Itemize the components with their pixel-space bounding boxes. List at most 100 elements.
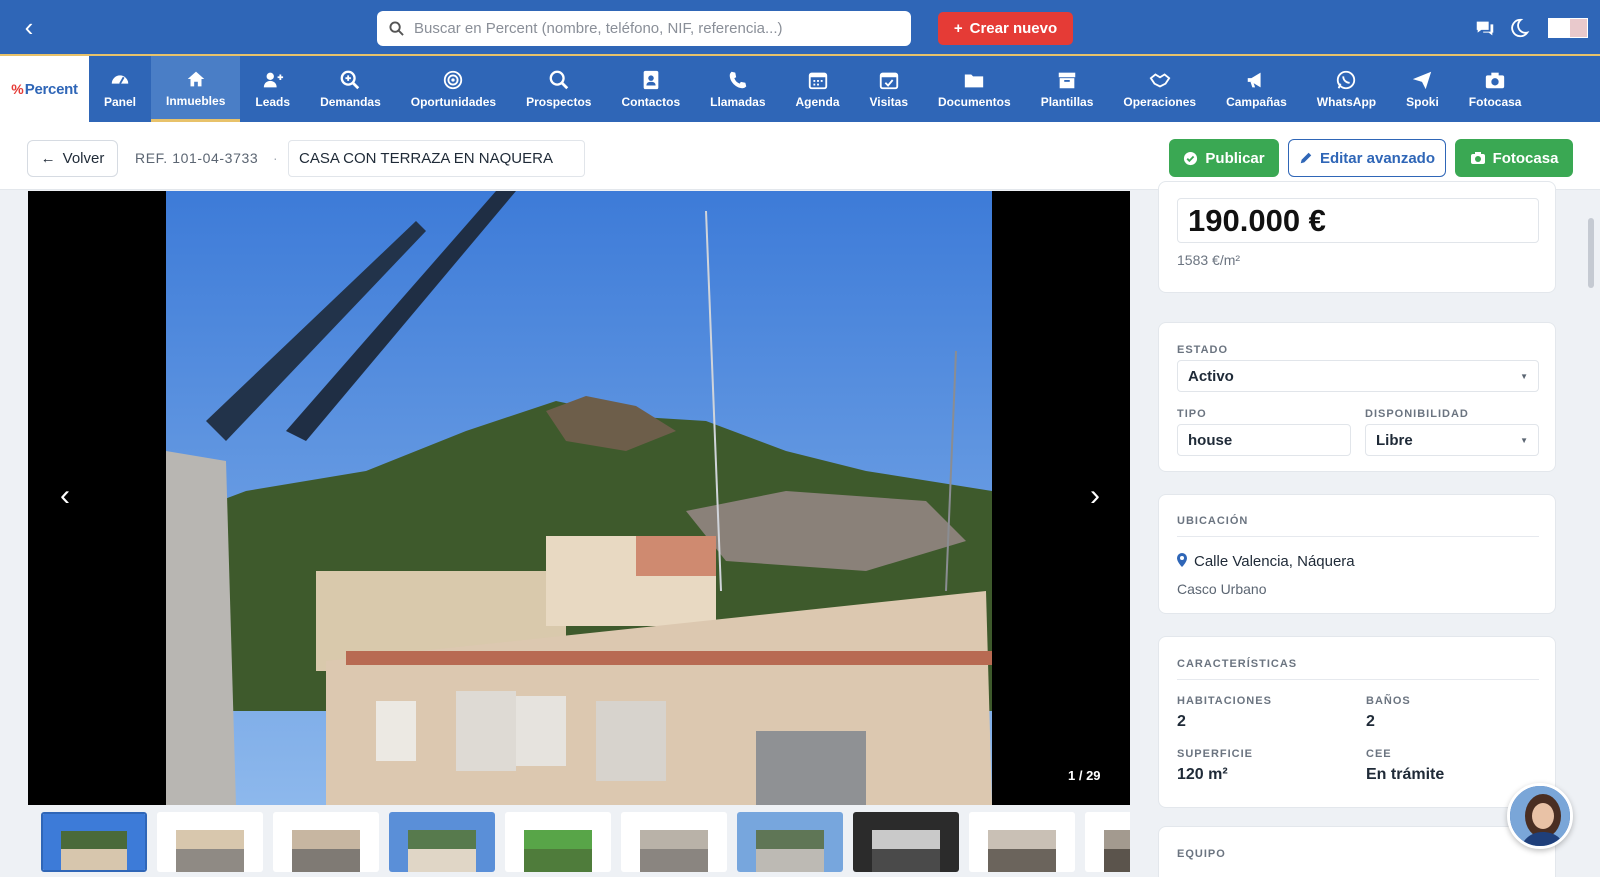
gallery-prev-button[interactable]: ‹ [50, 479, 80, 519]
edit-advanced-button[interactable]: Editar avanzado [1288, 139, 1446, 177]
nav-item-label: Contactos [621, 95, 681, 109]
check-circle-icon [1184, 151, 1198, 165]
add-user-icon [263, 72, 283, 88]
nav-item-agenda[interactable]: Agenda [781, 56, 855, 122]
nav-item-label: Spoki [1406, 95, 1439, 109]
gallery-thumbnail[interactable] [273, 812, 379, 872]
tipo-label: TIPO [1177, 408, 1207, 420]
nav-item-operaciones[interactable]: Operaciones [1108, 56, 1211, 122]
nav-item-plantillas[interactable]: Plantillas [1026, 56, 1109, 122]
nav-item-fotocasa[interactable]: Fotocasa [1454, 56, 1537, 122]
handshake-icon [1149, 73, 1171, 88]
gallery-thumbnail[interactable] [505, 812, 611, 872]
nav-item-prospectos[interactable]: Prospectos [511, 56, 606, 122]
nav-item-label: Oportunidades [410, 95, 497, 109]
gallery-thumbnail[interactable] [737, 812, 843, 872]
global-search[interactable] [377, 11, 911, 46]
whatsapp-icon [1337, 70, 1356, 90]
megaphone-icon [1248, 72, 1262, 88]
property-title-field[interactable]: CASA CON TERRAZA EN NAQUERA [288, 140, 585, 177]
pencil-icon [1300, 152, 1312, 164]
disponibilidad-select[interactable]: Libre ▼ [1365, 424, 1539, 456]
target-icon [444, 70, 463, 90]
gallery-thumbnail[interactable] [157, 812, 263, 872]
create-new-button[interactable]: + Crear nuevo [938, 12, 1073, 45]
profile-menu[interactable] [1548, 18, 1588, 38]
nav-item-contactos[interactable]: Contactos [606, 56, 695, 122]
brand-logo[interactable]: % Percent [0, 56, 89, 122]
main-nav: % Percent Panel Inmuebles Leads Demandas Opo… [0, 56, 1600, 122]
caret-down-icon: ▼ [1520, 371, 1528, 381]
superficie-value: 120 m² [1177, 766, 1228, 783]
divider [1177, 679, 1539, 680]
gallery-thumbnail[interactable] [969, 812, 1075, 872]
page-scrollbar[interactable] [1588, 218, 1594, 288]
status-card: ESTADO Activo ▼ TIPO house DISPONIBILIDA… [1158, 322, 1556, 472]
location-address: Calle Valencia, Náquera [1194, 553, 1355, 570]
nav-item-panel[interactable]: Panel [89, 56, 151, 122]
superficie-label: SUPERFICIE [1177, 748, 1254, 760]
property-action-bar: ← Volver REF. 101-04-3733 · CASA CON TER… [0, 122, 1600, 190]
publish-label: Publicar [1205, 149, 1265, 167]
location-zone: Casco Urbano [1177, 581, 1267, 597]
calendar-check-icon [879, 72, 898, 90]
gallery-thumbnail[interactable] [853, 812, 959, 872]
nav-item-label: Llamadas [710, 95, 766, 109]
cee-value: En trámite [1366, 766, 1445, 783]
home-icon [187, 71, 204, 86]
nav-item-spoki[interactable]: Spoki [1391, 56, 1454, 122]
map-pin-icon [1177, 553, 1187, 567]
nav-item-label: Operaciones [1123, 95, 1197, 109]
fotocasa-button[interactable]: Fotocasa [1455, 139, 1573, 177]
price-value: 190.000 € [1177, 198, 1539, 243]
main-property-photo [166, 191, 992, 805]
gallery-thumbnail[interactable] [621, 812, 727, 872]
habitaciones-label: HABITACIONES [1177, 695, 1272, 707]
search-icon [549, 70, 569, 90]
brand-name: Percent [24, 80, 78, 98]
thumbnail-strip [28, 812, 1130, 877]
nav-item-demandas[interactable]: Demandas [305, 56, 396, 122]
dashboard-icon [111, 75, 129, 85]
team-card: EQUIPO [1158, 826, 1556, 877]
gallery-next-button[interactable]: › [1080, 479, 1110, 519]
phone-icon [729, 71, 747, 89]
assistant-avatar-image [1510, 786, 1570, 846]
nav-item-label: Leads [255, 95, 291, 109]
nav-item-label: Plantillas [1040, 95, 1094, 109]
assistant-avatar[interactable] [1507, 783, 1573, 849]
search-input[interactable] [414, 20, 894, 37]
nav-item-documentos[interactable]: Documentos [923, 56, 1026, 122]
brand-mark: % [11, 81, 24, 97]
back-button[interactable]: ← Volver [27, 140, 118, 177]
edit-advanced-label: Editar avanzado [1319, 149, 1436, 167]
nav-item-campañas[interactable]: Campañas [1211, 56, 1302, 122]
tipo-field[interactable]: house [1177, 424, 1351, 456]
divider [1177, 536, 1539, 537]
disponibilidad-value: Libre [1376, 431, 1413, 449]
moon-icon[interactable] [1508, 17, 1530, 39]
nav-item-inmuebles[interactable]: Inmuebles [151, 56, 241, 122]
chat-icon[interactable] [1474, 17, 1496, 39]
gallery-thumbnail[interactable] [1085, 812, 1130, 872]
nav-item-llamadas[interactable]: Llamadas [695, 56, 780, 122]
features-heading: CARACTERÍSTICAS [1177, 658, 1298, 670]
gallery-thumbnail[interactable] [41, 812, 147, 872]
nav-item-oportunidades[interactable]: Oportunidades [396, 56, 511, 122]
publish-button[interactable]: Publicar [1169, 139, 1279, 177]
estado-select[interactable]: Activo ▼ [1177, 360, 1539, 392]
nav-item-label: Fotocasa [1468, 95, 1522, 109]
gallery-thumbnail[interactable] [389, 812, 495, 872]
nav-item-visitas[interactable]: Visitas [855, 56, 923, 122]
caret-down-icon: ▼ [1520, 435, 1528, 445]
contact-card-icon [643, 70, 659, 90]
nav-item-leads[interactable]: Leads [240, 56, 305, 122]
back-chevron-icon[interactable]: ‹ [16, 14, 42, 40]
nav-item-label: Agenda [795, 95, 840, 109]
estado-value: Activo [1188, 367, 1234, 385]
nav-item-whatsapp[interactable]: WhatsApp [1302, 56, 1391, 122]
location-card: UBICACIÓN Calle Valencia, Náquera Casco … [1158, 494, 1556, 614]
cee-label: CEE [1366, 748, 1392, 760]
location-heading: UBICACIÓN [1177, 515, 1249, 527]
nav-item-label: Inmuebles [166, 93, 226, 108]
